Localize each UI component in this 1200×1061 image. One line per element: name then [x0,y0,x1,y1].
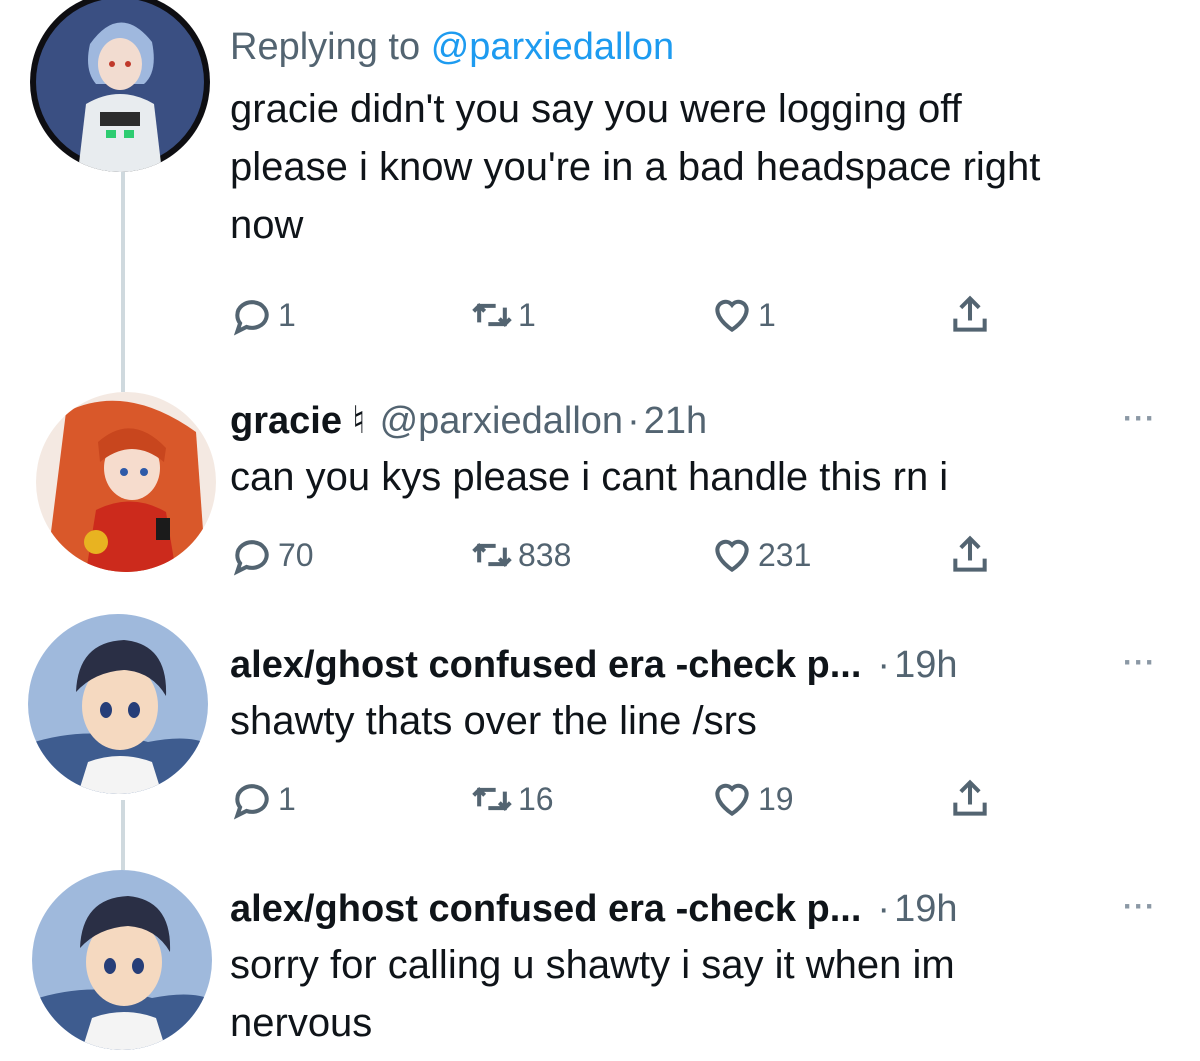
heart-icon [715,783,749,817]
retweet-count: 838 [518,536,572,573]
avatar[interactable] [36,392,216,572]
tweet-header: gracie ♮ @parxiedallon · 21h [230,398,1160,444]
separator-dot: · [877,888,891,930]
tweet-actions: 70 838 231 [230,530,1010,580]
avatar[interactable] [32,870,212,1050]
tweet-text: gracie didn't you say you were logging o… [230,80,1160,254]
tweet[interactable]: alex/ghost confused era -check p... · 19… [230,642,1160,750]
thread-connector [121,170,125,392]
share-button[interactable] [948,293,992,337]
like-count: 19 [758,780,794,817]
share-icon [953,295,987,332]
share-icon [953,779,987,816]
replying-to: Replying to @parxiedallon [230,24,1160,70]
tweet[interactable]: alex/ghost confused era -check p... · 19… [230,886,1160,1052]
user-handle[interactable]: @parxiedallon [380,398,624,444]
retweet-icon [472,786,512,812]
avatar[interactable] [28,614,208,794]
retweet-count: 1 [518,296,536,333]
retweet-count: 16 [518,780,554,817]
thread-connector [121,800,125,870]
timestamp[interactable]: 19h [894,642,957,688]
reply-count: 1 [278,296,296,333]
name-emoji: ♮ [351,400,366,442]
timestamp[interactable]: 21h [644,398,707,444]
tweet-actions: 1 16 19 [230,774,1010,824]
tweet-text-line: gracie didn't you say you were logging o… [230,87,962,131]
replying-prefix: Replying to [230,26,421,68]
retweet-button[interactable]: 1 [470,293,536,337]
reply-button[interactable]: 1 [230,777,296,821]
mention-link[interactable]: @parxiedallon [431,26,675,68]
reply-icon [233,300,269,336]
reply-thread: Replying to @parxiedallon gracie didn't … [0,0,1200,1061]
display-name[interactable]: gracie [230,398,342,444]
reply-count: 70 [278,536,314,573]
share-button[interactable] [948,533,992,577]
tweet-text-line: can you kys please i cant handle this rn… [230,455,949,499]
tweet[interactable]: Replying to @parxiedallon gracie didn't … [230,24,1160,254]
more-options-icon[interactable]: ··· [1123,402,1156,436]
heart-icon [715,299,749,333]
tweet-text-line: now [230,203,304,247]
more-options-icon[interactable]: ··· [1123,890,1156,924]
separator-dot: · [627,400,640,442]
retweet-icon [472,542,512,568]
tweet-text: sorry for calling u shawty i say it when… [230,936,1160,1052]
avatar[interactable] [30,0,210,172]
reply-icon [233,540,269,576]
retweet-button[interactable]: 838 [470,533,571,577]
reply-button[interactable]: 1 [230,293,296,337]
more-options-icon[interactable]: ··· [1123,646,1156,680]
tweet-text-line: sorry for calling u shawty i say it when… [230,943,955,987]
tweet-text-line: please i know you're in a bad headspace … [230,145,1041,189]
reply-icon [233,784,269,820]
timestamp[interactable]: 19h [894,886,957,932]
like-button[interactable]: 231 [710,533,811,577]
share-button[interactable] [948,777,992,821]
tweet[interactable]: gracie ♮ @parxiedallon · 21h ··· can you… [230,398,1160,506]
retweet-icon [472,302,512,328]
tweet-actions: 1 1 1 [230,290,1010,340]
tweet-text: can you kys please i cant handle this rn… [230,448,1160,506]
retweet-button[interactable]: 16 [470,777,554,821]
like-count: 1 [758,296,776,333]
tweet-header: alex/ghost confused era -check p... · 19… [230,642,1160,688]
separator-dot: · [877,644,891,686]
heart-icon [715,539,749,573]
display-name[interactable]: alex/ghost confused era -check p... [230,886,861,932]
like-count: 231 [758,536,812,573]
display-name[interactable]: alex/ghost confused era -check p... [230,642,861,688]
like-button[interactable]: 1 [710,293,776,337]
tweet-header: alex/ghost confused era -check p... · 19… [230,886,1160,932]
tweet-text-line: shawty thats over the line /srs [230,699,757,743]
tweet-text-line: nervous [230,1001,373,1045]
reply-count: 1 [278,780,296,817]
like-button[interactable]: 19 [710,777,794,821]
reply-button[interactable]: 70 [230,533,314,577]
share-icon [953,535,987,572]
tweet-text: shawty thats over the line /srs [230,692,1160,750]
